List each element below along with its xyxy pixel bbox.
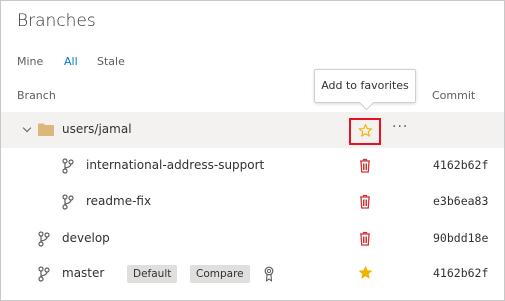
branch-icon <box>38 231 50 247</box>
table-row[interactable]: international-address-support 4162b62f <box>1 148 504 184</box>
delete-icon[interactable] <box>359 231 371 246</box>
table-row[interactable]: readme-fix e3b6ea83 <box>1 184 504 220</box>
policy-ribbon-icon <box>264 266 274 282</box>
default-badge: Default <box>127 265 178 283</box>
branch-name[interactable]: international-address-support <box>86 158 264 172</box>
branch-name[interactable]: develop <box>62 231 110 245</box>
column-header-commit: Commit <box>432 89 476 102</box>
tab-stale[interactable]: Stale <box>97 55 125 68</box>
branch-icon <box>62 194 74 210</box>
branch-icon <box>62 158 74 174</box>
chevron-down-icon[interactable] <box>22 123 32 133</box>
branch-name: users/jamal <box>62 122 132 136</box>
table-row[interactable]: master Default Compare 4162b62f <box>1 256 504 292</box>
table-row[interactable]: users/jamal ··· <box>1 112 504 148</box>
branch-icon <box>38 266 50 282</box>
commit-hash[interactable]: e3b6ea83 <box>433 194 488 208</box>
more-options-icon[interactable]: ··· <box>392 120 408 134</box>
commit-hash[interactable]: 4162b62f <box>433 158 488 172</box>
favorites-tooltip: Add to favorites <box>314 69 416 103</box>
branches-panel: Branches Mine All Stale Branch Commit us… <box>0 0 505 301</box>
table-header: Branch Commit <box>1 85 504 109</box>
star-outline-icon[interactable] <box>358 123 373 138</box>
column-header-branch: Branch <box>17 89 56 102</box>
folder-icon <box>38 123 54 136</box>
table-row[interactable]: develop 90bdd18e <box>1 221 504 257</box>
tab-all[interactable]: All <box>64 55 78 68</box>
page-title: Branches <box>17 11 96 31</box>
delete-icon[interactable] <box>359 158 371 173</box>
branch-name[interactable]: master <box>62 266 104 280</box>
delete-icon[interactable] <box>359 194 371 209</box>
commit-hash[interactable]: 90bdd18e <box>433 231 488 245</box>
branch-name[interactable]: readme-fix <box>86 194 151 208</box>
star-filled-icon[interactable] <box>358 265 373 280</box>
compare-badge: Compare <box>190 265 250 283</box>
commit-hash[interactable]: 4162b62f <box>433 266 488 280</box>
tab-mine[interactable]: Mine <box>17 55 43 68</box>
